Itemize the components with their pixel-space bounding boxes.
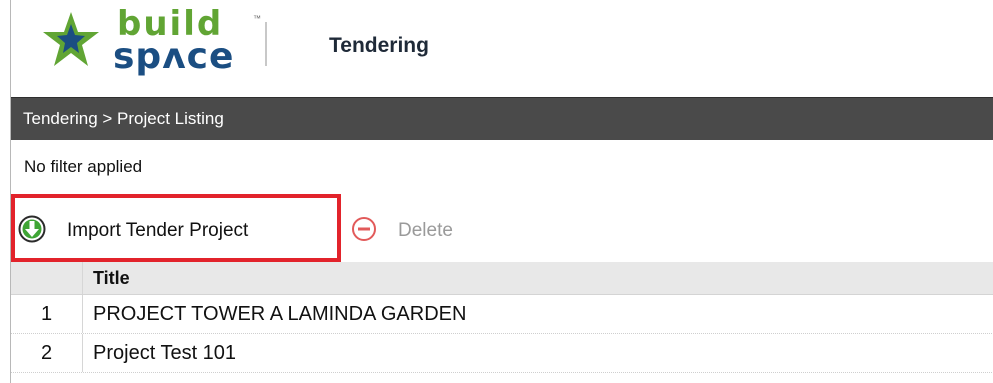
table-header-row: Title — [11, 262, 993, 295]
star-logo-icon — [43, 12, 99, 66]
row-title[interactable]: Project Test 101 — [93, 334, 236, 372]
import-button-label: Import Tender Project — [67, 220, 249, 241]
app-header: build spᴧce ™ Tendering — [11, 0, 993, 96]
column-header-number[interactable] — [11, 262, 83, 294]
table-row[interactable]: 1 PROJECT TOWER A LAMINDA GARDEN — [11, 295, 993, 334]
row-number: 1 — [11, 295, 83, 333]
delete-button[interactable]: Delete — [351, 194, 501, 262]
table-row[interactable]: 2 Project Test 101 — [11, 334, 993, 373]
column-header-title[interactable]: Title — [93, 262, 130, 294]
delete-button-label: Delete — [398, 220, 453, 241]
breadcrumb: Tendering > Project Listing — [23, 109, 224, 128]
header-divider — [265, 22, 267, 66]
app-title: Tendering — [329, 34, 429, 57]
row-title[interactable]: PROJECT TOWER A LAMINDA GARDEN — [93, 295, 466, 333]
import-tender-project-button[interactable]: Import Tender Project — [11, 194, 341, 262]
row-number: 2 — [11, 334, 83, 372]
logo-text-space: spᴧce — [113, 36, 235, 77]
logo-trademark: ™ — [253, 14, 261, 23]
download-arrow-icon — [18, 215, 46, 243]
breadcrumb-bar: Tendering > Project Listing — [11, 97, 993, 140]
toolbar: Import Tender Project Delete — [11, 194, 993, 262]
minus-circle-icon — [352, 217, 376, 241]
buildspace-logo[interactable]: build spᴧce ™ — [41, 4, 261, 86]
app-frame: build spᴧce ™ Tendering Tendering > Proj… — [10, 0, 993, 383]
project-table: Title 1 PROJECT TOWER A LAMINDA GARDEN 2… — [11, 262, 993, 373]
filter-status: No filter applied — [24, 157, 143, 176]
